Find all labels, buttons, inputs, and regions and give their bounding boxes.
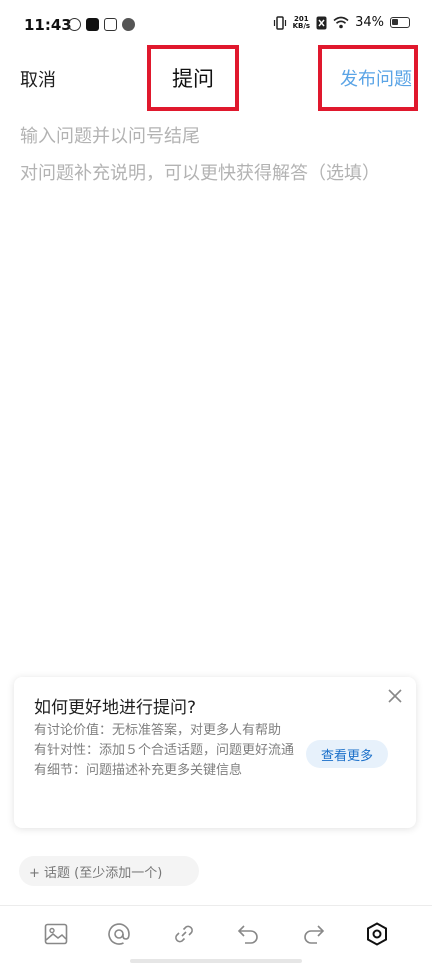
settings-icon[interactable] [364,921,390,947]
mention-icon[interactable] [106,921,132,947]
publish-button[interactable]: 发布问题 [340,65,412,91]
image-icon[interactable] [43,921,69,947]
network-rate: 201 KB/s [292,15,311,30]
vibrate-icon [273,15,286,30]
tip-list: 有讨论价值：无标准答案，对更多人有帮助 有针对性：添加５个合适话题，问题更好流通… [34,721,306,781]
tip-line: 有讨论价值：无标准答案，对更多人有帮助 [34,723,282,738]
header: 取消 提问 发布问题 [0,45,432,112]
question-input[interactable]: 输入问题并以问号结尾 [20,122,200,148]
tip-line: 有细节：问题描述补充更多关键信息 [34,763,243,778]
close-icon[interactable] [386,687,404,705]
home-indicator[interactable] [130,959,302,963]
page-title: 提问 [172,67,214,91]
wechat-notification-icon [122,18,135,31]
publish-highlight-box: 发布问题 [318,45,418,111]
battery-percent: 34% [355,15,384,30]
no-sim-icon [316,16,327,29]
status-time: 11:43 [24,16,72,34]
description-input[interactable]: 对问题补充说明，可以更快获得解答（选填） [20,159,380,185]
tip-line: 有针对性：添加５个合适话题，问题更好流通 [34,743,295,758]
link-icon[interactable] [171,921,197,947]
editor-toolbar [0,906,432,964]
status-right: 201 KB/s 34% [273,15,410,30]
title-highlight-box: 提问 [147,45,239,111]
battery-icon [390,17,410,28]
cancel-button[interactable]: 取消 [20,66,56,92]
tip-card: 如何更好地进行提问? 有讨论价值：无标准答案，对更多人有帮助 有针对性：添加５个… [14,677,416,828]
network-rate-unit: KB/s [292,21,311,30]
app-notification-icon [68,18,81,31]
notification-icons [68,18,135,31]
undo-icon[interactable] [236,921,262,947]
tip-title: 如何更好地进行提问? [34,698,197,718]
wifi-icon [333,16,349,29]
message-notification-icon [104,18,117,31]
add-topic-button[interactable]: + 话题 (至少添加一个) [19,856,199,886]
tiktok-notification-icon [86,18,99,31]
view-more-button[interactable]: 查看更多 [306,740,388,768]
redo-icon[interactable] [300,921,326,947]
